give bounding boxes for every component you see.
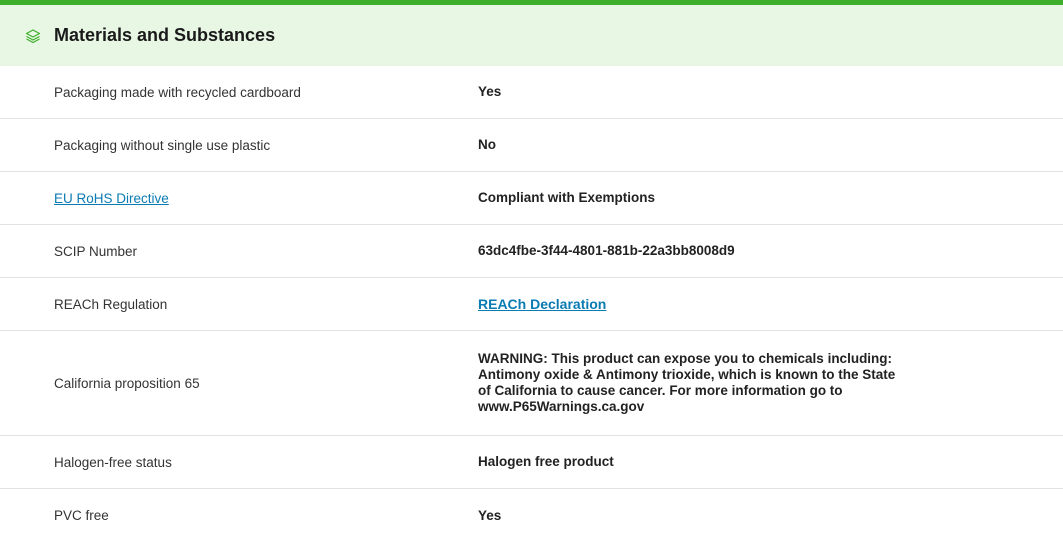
- materials-substances-panel: Materials and Substances Packaging made …: [0, 0, 1063, 542]
- table-row: PVC free Yes: [0, 489, 1063, 542]
- reach-declaration-link[interactable]: REACh Declaration: [478, 296, 606, 312]
- table-row: Packaging without single use plastic No: [0, 119, 1063, 172]
- row-label: EU RoHS Directive: [0, 191, 478, 206]
- table-row: California proposition 65 WARNING: This …: [0, 331, 1063, 436]
- row-label: Halogen-free status: [54, 454, 172, 470]
- attributes-list: Packaging made with recycled cardboard Y…: [0, 66, 1063, 542]
- table-row: EU RoHS Directive Compliant with Exempti…: [0, 172, 1063, 225]
- row-label: SCIP Number: [54, 243, 138, 259]
- table-row: Halogen-free status Halogen free product: [0, 436, 1063, 489]
- row-label: PVC free: [54, 508, 109, 523]
- layers-icon: [24, 27, 42, 45]
- eu-rohs-link[interactable]: EU RoHS Directive: [54, 191, 169, 206]
- table-row: SCIP Number 63dc4fbe-3f44-4801-881b-22a3…: [0, 225, 1063, 278]
- row-value: Yes: [478, 507, 502, 523]
- row-value: Compliant with Exemptions: [478, 190, 656, 205]
- row-value: Yes: [478, 84, 502, 99]
- section-title: Materials and Substances: [54, 25, 276, 45]
- row-label: Packaging without single use plastic: [54, 137, 271, 153]
- row-value: 63dc4fbe-3f44-4801-881b-22a3bb8008d9: [478, 243, 735, 258]
- row-value: REACh Declaration: [478, 296, 898, 313]
- table-row: Packaging made with recycled cardboard Y…: [0, 66, 1063, 119]
- row-label: Packaging made with recycled cardboard: [54, 84, 301, 100]
- row-value: Halogen free product: [478, 454, 614, 469]
- prop65-warning: WARNING: This product can expose you to …: [478, 351, 896, 414]
- section-header[interactable]: Materials and Substances: [0, 0, 1063, 66]
- table-row: REACh Regulation REACh Declaration: [0, 278, 1063, 331]
- row-label: REACh Regulation: [54, 296, 168, 312]
- row-value: No: [478, 137, 496, 152]
- row-label: California proposition 65: [54, 375, 200, 391]
